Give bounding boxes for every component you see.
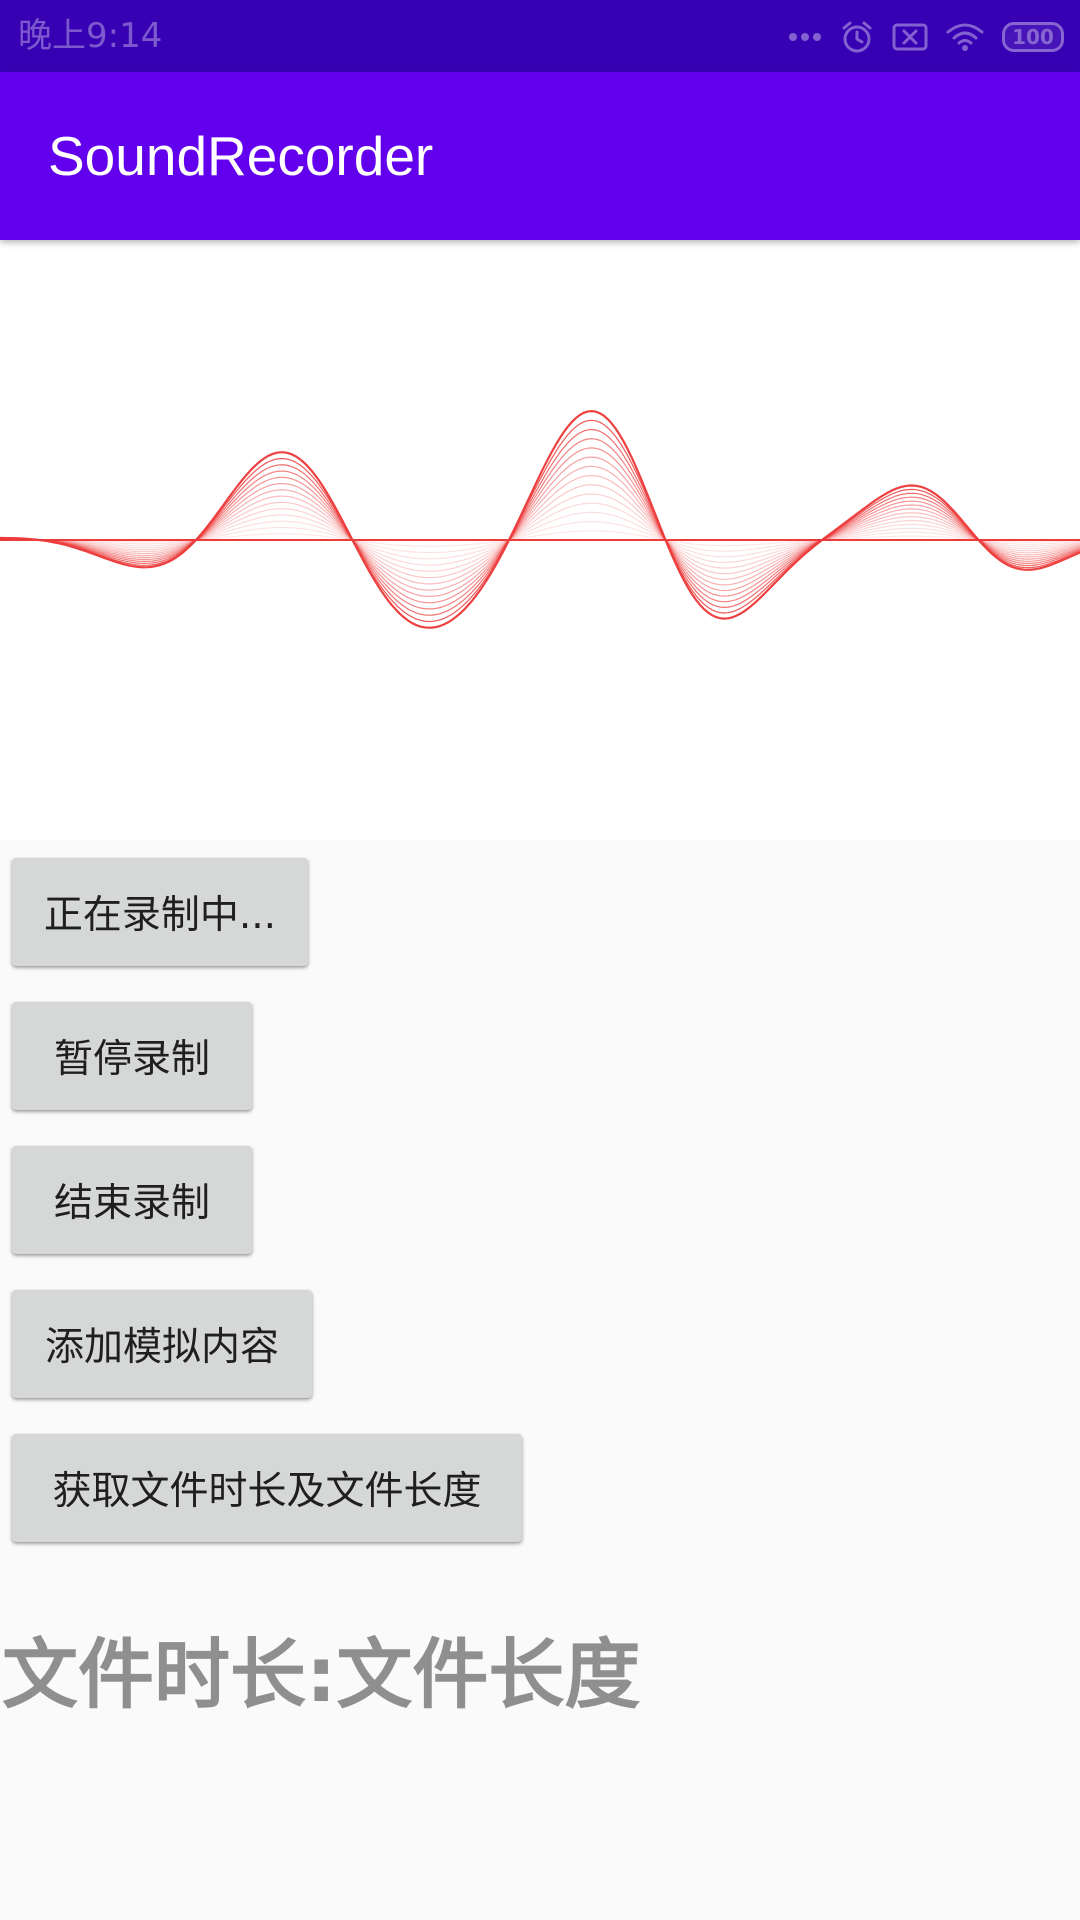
- waveform-view: [0, 240, 1080, 840]
- waveform-line: [0, 409, 1080, 629]
- waveform-line: [0, 474, 1080, 585]
- waveform-line: [0, 438, 1080, 610]
- app-bar: SoundRecorder: [0, 72, 1080, 240]
- waveform-line: [0, 428, 1080, 616]
- recording-status-button[interactable]: 正在录制中...: [12, 858, 308, 966]
- add-mock-content-button[interactable]: 添加模拟内容: [12, 1290, 312, 1398]
- waveform-line: [0, 447, 1080, 604]
- audio-waveform-icon: [0, 409, 1080, 629]
- battery-level: 100: [1012, 25, 1054, 49]
- status-icons: 100: [788, 18, 1064, 56]
- wifi-icon: [946, 22, 984, 52]
- status-time: 晚上9:14: [18, 16, 163, 56]
- more-dots-icon: [788, 31, 822, 43]
- file-info-text: 文件时长:文件长度: [2, 1630, 641, 1719]
- get-file-info-button[interactable]: 获取文件时长及文件长度: [12, 1434, 522, 1542]
- sim-x-icon: [892, 23, 928, 51]
- stop-recording-button[interactable]: 结束录制: [12, 1146, 252, 1254]
- pause-recording-button[interactable]: 暂停录制: [12, 1002, 252, 1110]
- status-bar: 晚上9:14 100: [0, 0, 1080, 72]
- app-title: SoundRecorder: [48, 125, 434, 187]
- alarm-icon: [840, 20, 874, 54]
- battery-icon: 100: [1002, 22, 1064, 52]
